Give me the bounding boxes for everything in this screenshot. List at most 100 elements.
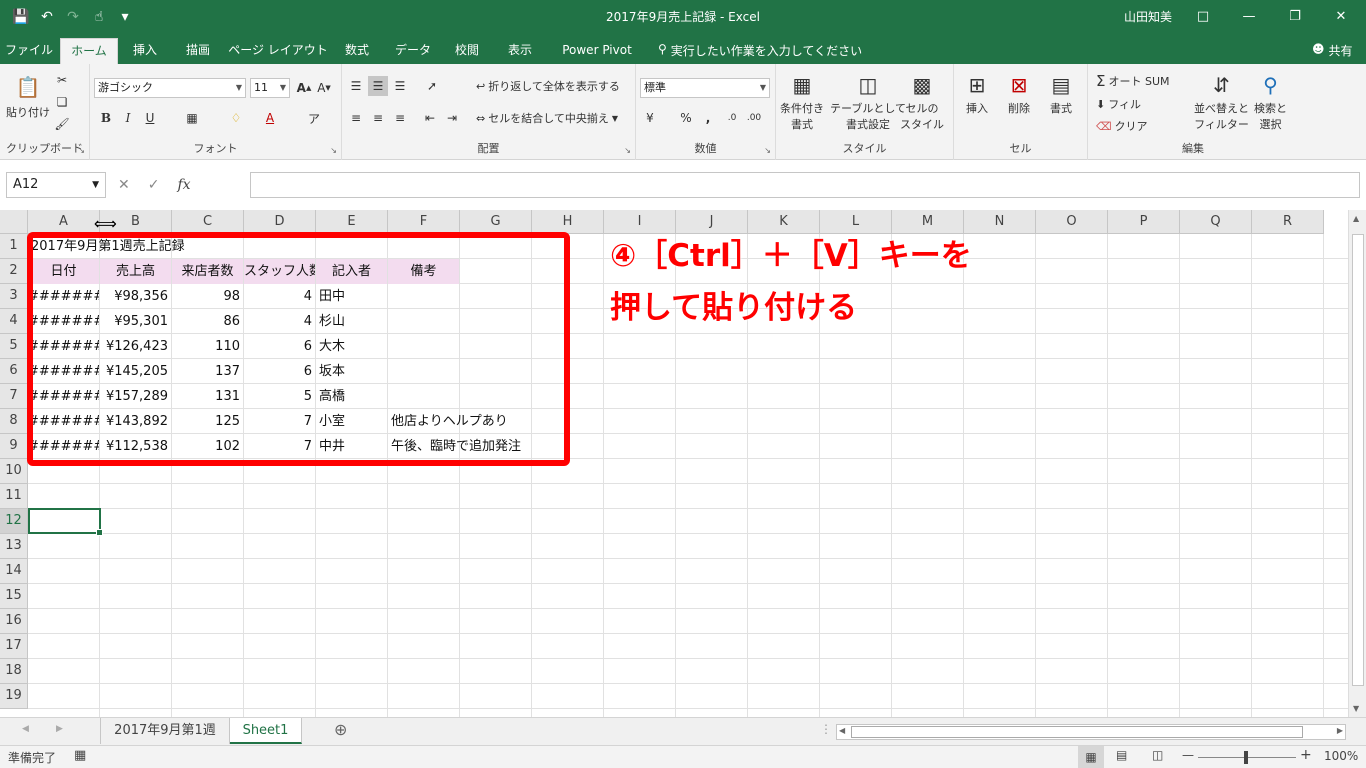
cell-styles-button[interactable]: ▩ セルの スタイル bbox=[900, 70, 944, 132]
enter-icon[interactable]: ✓ bbox=[148, 177, 160, 193]
find-select-button[interactable]: ⚲ 検索と 選択 bbox=[1254, 70, 1287, 132]
comma-icon[interactable]: , bbox=[698, 108, 718, 128]
next-sheet-icon[interactable]: ▶ bbox=[56, 724, 63, 734]
zoom-slider-thumb[interactable] bbox=[1244, 751, 1248, 764]
phonetic-icon[interactable]: ア bbox=[304, 108, 324, 128]
number-format-select[interactable]: 標準 ▼ bbox=[640, 78, 770, 98]
macro-record-icon[interactable]: ▦ bbox=[74, 748, 86, 763]
row-header-15[interactable]: 15 bbox=[0, 584, 28, 609]
currency-icon[interactable]: ¥ bbox=[640, 108, 660, 128]
sheet-tab-sheet1[interactable]: Sheet1 bbox=[230, 718, 302, 744]
tab-home[interactable]: ホーム bbox=[60, 38, 118, 64]
insert-cells-button[interactable]: ⊞ 挿入 bbox=[962, 70, 992, 116]
clear-button[interactable]: ⌫ クリア bbox=[1096, 118, 1148, 134]
tell-me-box[interactable]: ⚲ 実行したい作業を入力してください bbox=[658, 42, 862, 59]
orientation-icon[interactable]: ➚ bbox=[422, 76, 442, 96]
row-header-1[interactable]: 1 bbox=[0, 234, 28, 259]
font-name-select[interactable]: 游ゴシック ▼ bbox=[94, 78, 246, 98]
normal-view-icon[interactable]: ▦ bbox=[1078, 746, 1104, 768]
row-header-9[interactable]: 9 bbox=[0, 434, 28, 459]
tab-review[interactable]: 校閲 bbox=[444, 38, 490, 64]
font-color-icon[interactable]: A bbox=[260, 108, 280, 128]
row-header-8[interactable]: 8 bbox=[0, 409, 28, 434]
active-cell-a12[interactable] bbox=[28, 508, 103, 536]
zoom-in-icon[interactable]: + bbox=[1300, 747, 1312, 763]
close-button[interactable]: ✕ bbox=[1318, 0, 1364, 32]
increase-font-icon[interactable]: A ▲ bbox=[294, 78, 314, 98]
fill-color-icon[interactable]: ♢ bbox=[226, 108, 246, 128]
horizontal-scroll-thumb[interactable] bbox=[851, 726, 1303, 738]
zoom-out-icon[interactable]: — bbox=[1182, 748, 1194, 762]
format-painter-icon[interactable]: 🖌 bbox=[52, 114, 72, 134]
ribbon-display-icon[interactable]: □ bbox=[1180, 0, 1226, 32]
align-top-icon[interactable]: ☰ bbox=[346, 76, 366, 96]
cut-icon[interactable]: ✂ bbox=[52, 70, 72, 90]
border-icon[interactable]: ▦ bbox=[182, 108, 202, 128]
decrease-decimal-icon[interactable]: .00 bbox=[744, 108, 764, 128]
bold-icon[interactable]: B bbox=[96, 108, 116, 128]
zoom-level[interactable]: 100% bbox=[1324, 749, 1358, 763]
wrap-text-button[interactable]: ↩ 折り返して全体を表示する bbox=[476, 78, 620, 94]
cancel-icon[interactable]: ✕ bbox=[118, 177, 130, 193]
row-header-4[interactable]: 4 bbox=[0, 309, 28, 334]
decrease-font-icon[interactable]: A ▼ bbox=[314, 78, 334, 98]
column-header-a[interactable]: A bbox=[28, 210, 100, 234]
page-layout-view-icon[interactable]: ▤ bbox=[1116, 748, 1127, 762]
column-header-f[interactable]: F bbox=[388, 210, 460, 234]
tab-power-pivot[interactable]: Power Pivot bbox=[552, 38, 642, 64]
increase-decimal-icon[interactable]: .0 bbox=[722, 108, 742, 128]
align-right-icon[interactable]: ≡ bbox=[390, 108, 410, 128]
user-name[interactable]: 山田知美 bbox=[1124, 8, 1172, 25]
delete-cells-button[interactable]: ⊠ 削除 bbox=[1004, 70, 1034, 116]
merge-center-button[interactable]: ⇔ セルを結合して中央揃え ▼ bbox=[476, 110, 618, 126]
copy-icon[interactable]: ❏ bbox=[52, 92, 72, 112]
tab-data[interactable]: データ bbox=[386, 38, 440, 64]
column-header-n[interactable]: N bbox=[964, 210, 1036, 234]
column-header-e[interactable]: E bbox=[316, 210, 388, 234]
row-header-6[interactable]: 6 bbox=[0, 359, 28, 384]
row-header-3[interactable]: 3 bbox=[0, 284, 28, 309]
add-sheet-icon[interactable]: ⊕ bbox=[334, 720, 347, 739]
underline-icon[interactable]: U bbox=[140, 108, 160, 128]
prev-sheet-icon[interactable]: ◀ bbox=[22, 724, 29, 734]
autosum-button[interactable]: Σ オート SUM bbox=[1096, 72, 1170, 90]
row-header-16[interactable]: 16 bbox=[0, 609, 28, 634]
page-break-view-icon[interactable]: ◫ bbox=[1152, 748, 1163, 762]
percent-icon[interactable]: % bbox=[676, 108, 696, 128]
row-header-12[interactable]: 12 bbox=[0, 509, 28, 534]
align-left-icon[interactable]: ≡ bbox=[346, 108, 366, 128]
tab-formulas[interactable]: 数式 bbox=[334, 38, 380, 64]
format-cells-button[interactable]: ▤ 書式 bbox=[1046, 70, 1076, 116]
row-header-13[interactable]: 13 bbox=[0, 534, 28, 559]
vertical-scrollbar[interactable]: ▲ ▼ bbox=[1348, 210, 1366, 717]
row-header-18[interactable]: 18 bbox=[0, 659, 28, 684]
paste-button[interactable]: 📋 貼り付け bbox=[6, 72, 50, 120]
scroll-left-icon[interactable]: ◀ bbox=[839, 726, 845, 735]
column-header-o[interactable]: O bbox=[1036, 210, 1108, 234]
sheet-tab-week1[interactable]: 2017年9月第1週 bbox=[100, 718, 230, 744]
sort-filter-button[interactable]: ⇵ 並べ替えと フィルター bbox=[1194, 70, 1249, 132]
tab-insert[interactable]: 挿入 bbox=[122, 38, 168, 64]
formula-input[interactable] bbox=[250, 172, 1360, 198]
format-as-table-button[interactable]: ◫ テーブルとして 書式設定 bbox=[830, 70, 906, 132]
row-header-19[interactable]: 19 bbox=[0, 684, 28, 709]
row-header-11[interactable]: 11 bbox=[0, 484, 28, 509]
insert-function-icon[interactable]: fx bbox=[177, 177, 190, 193]
font-launcher-icon[interactable]: ↘ bbox=[330, 146, 337, 155]
tab-page-layout[interactable]: ページ レイアウト bbox=[228, 38, 328, 64]
horizontal-scrollbar[interactable]: ◀ ▶ bbox=[836, 724, 1346, 740]
share-button[interactable]: ☻ 共有 bbox=[1312, 42, 1353, 59]
tab-view[interactable]: 表示 bbox=[496, 38, 544, 64]
row-header-14[interactable]: 14 bbox=[0, 559, 28, 584]
minimize-button[interactable]: — bbox=[1226, 0, 1272, 32]
scroll-up-icon[interactable]: ▲ bbox=[1353, 214, 1359, 223]
column-header-d[interactable]: D bbox=[244, 210, 316, 234]
vertical-scroll-thumb[interactable] bbox=[1352, 234, 1364, 686]
conditional-format-button[interactable]: ▦ 条件付き 書式 bbox=[780, 70, 824, 132]
row-header-10[interactable]: 10 bbox=[0, 459, 28, 484]
select-all-corner[interactable] bbox=[0, 210, 28, 234]
tab-draw[interactable]: 描画 bbox=[174, 38, 222, 64]
column-header-p[interactable]: P bbox=[1108, 210, 1180, 234]
scroll-right-icon[interactable]: ▶ bbox=[1337, 726, 1343, 735]
column-header-h[interactable]: H bbox=[532, 210, 604, 234]
